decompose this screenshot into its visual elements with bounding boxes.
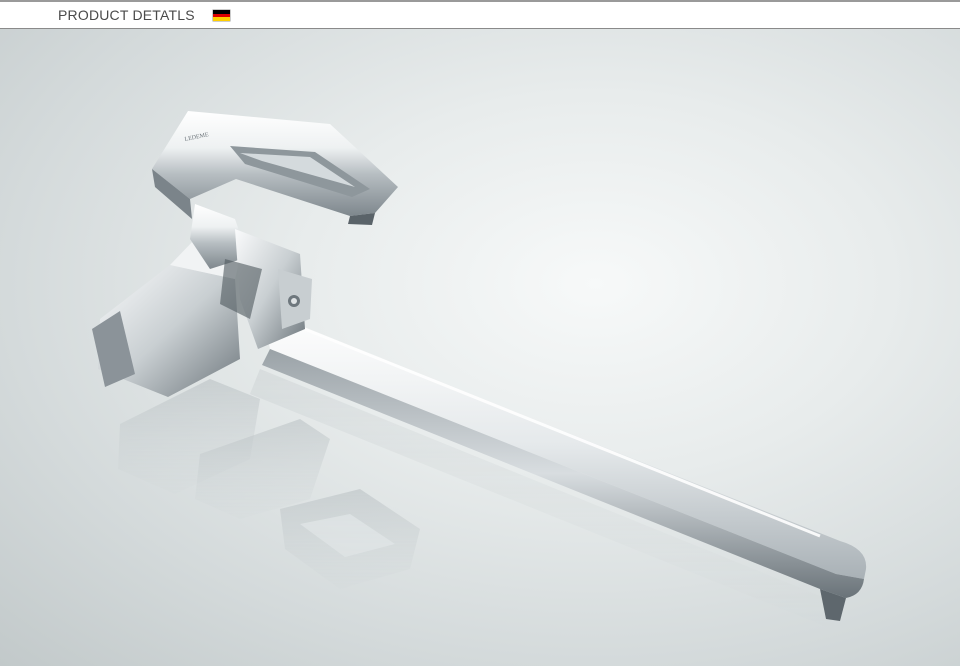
section-title: PRODUCT DETATLS — [58, 7, 195, 23]
product-photo: LEDEME — [0, 29, 960, 666]
faucet-illustration: LEDEME — [92, 111, 867, 629]
flag-stripe-gold — [213, 17, 230, 22]
section-header: PRODUCT DETATLS — [0, 0, 960, 29]
product-details-page: PRODUCT DETATLS LEDEME — [0, 0, 960, 666]
faucet-handle-lever: LEDEME — [152, 111, 398, 225]
germany-flag-icon — [213, 10, 230, 22]
